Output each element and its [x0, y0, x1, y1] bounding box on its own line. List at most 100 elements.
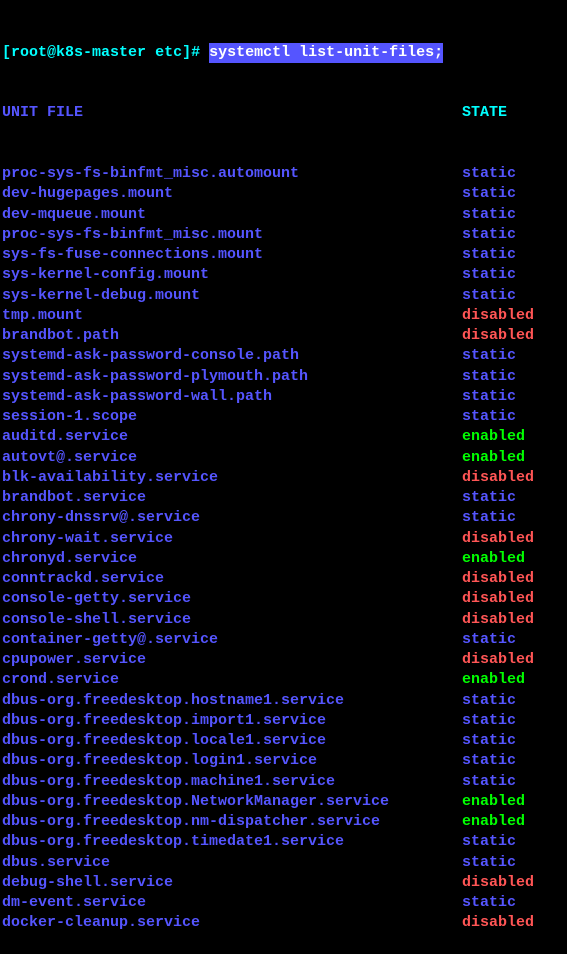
unit-row: systemd-ask-password-console.pathstatic	[2, 346, 565, 366]
unit-row: systemd-ask-password-wall.pathstatic	[2, 387, 565, 407]
unit-row: session-1.scopestatic	[2, 407, 565, 427]
unit-name: conntrackd.service	[2, 569, 462, 589]
unit-state: disabled	[462, 306, 534, 326]
unit-row: dev-hugepages.mountstatic	[2, 184, 565, 204]
unit-state: disabled	[462, 650, 534, 670]
unit-state: static	[462, 772, 516, 792]
prompt-line: [root@k8s-master etc]# systemctl list-un…	[2, 43, 565, 63]
unit-row: container-getty@.servicestatic	[2, 630, 565, 650]
unit-state: static	[462, 286, 516, 306]
unit-name: systemd-ask-password-plymouth.path	[2, 367, 462, 387]
prompt-path: etc	[155, 43, 182, 63]
unit-row: proc-sys-fs-binfmt_misc.mountstatic	[2, 225, 565, 245]
unit-list: proc-sys-fs-binfmt_misc.automountstaticd…	[2, 164, 565, 934]
unit-state: disabled	[462, 873, 534, 893]
unit-name: dbus-org.freedesktop.NetworkManager.serv…	[2, 792, 462, 812]
unit-name: console-getty.service	[2, 589, 462, 609]
unit-row: chrony-dnssrv@.servicestatic	[2, 508, 565, 528]
unit-name: chrony-dnssrv@.service	[2, 508, 462, 528]
unit-row: dbus-org.freedesktop.hostname1.servicest…	[2, 691, 565, 711]
unit-name: dbus.service	[2, 853, 462, 873]
unit-state: disabled	[462, 468, 534, 488]
unit-row: auditd.serviceenabled	[2, 427, 565, 447]
unit-state: static	[462, 508, 516, 528]
unit-row: autovt@.serviceenabled	[2, 448, 565, 468]
unit-name: dev-mqueue.mount	[2, 205, 462, 225]
unit-name: dbus-org.freedesktop.locale1.service	[2, 731, 462, 751]
unit-name: debug-shell.service	[2, 873, 462, 893]
unit-row: chrony-wait.servicedisabled	[2, 529, 565, 549]
unit-state: disabled	[462, 326, 534, 346]
unit-name: systemd-ask-password-wall.path	[2, 387, 462, 407]
unit-state: static	[462, 691, 516, 711]
unit-name: blk-availability.service	[2, 468, 462, 488]
unit-name: chrony-wait.service	[2, 529, 462, 549]
unit-state: static	[462, 630, 516, 650]
unit-row: console-getty.servicedisabled	[2, 589, 565, 609]
unit-state: static	[462, 387, 516, 407]
unit-name: systemd-ask-password-console.path	[2, 346, 462, 366]
unit-state: static	[462, 367, 516, 387]
unit-row: dbus-org.freedesktop.nm-dispatcher.servi…	[2, 812, 565, 832]
unit-state: static	[462, 751, 516, 771]
unit-state: enabled	[462, 448, 525, 468]
unit-name: brandbot.service	[2, 488, 462, 508]
unit-name: sys-fs-fuse-connections.mount	[2, 245, 462, 265]
unit-row: brandbot.pathdisabled	[2, 326, 565, 346]
unit-name: dbus-org.freedesktop.import1.service	[2, 711, 462, 731]
unit-row: sys-kernel-debug.mountstatic	[2, 286, 565, 306]
unit-state: enabled	[462, 792, 525, 812]
unit-name: proc-sys-fs-binfmt_misc.automount	[2, 164, 462, 184]
unit-row: docker-cleanup.servicedisabled	[2, 913, 565, 933]
unit-name: dbus-org.freedesktop.machine1.service	[2, 772, 462, 792]
command-text[interactable]: systemctl list-unit-files;	[209, 43, 443, 63]
unit-row: dbus-org.freedesktop.NetworkManager.serv…	[2, 792, 565, 812]
unit-state: static	[462, 407, 516, 427]
unit-state: static	[462, 245, 516, 265]
unit-row: sys-kernel-config.mountstatic	[2, 265, 565, 285]
unit-row: dev-mqueue.mountstatic	[2, 205, 565, 225]
header-state: STATE	[462, 103, 507, 123]
unit-state: enabled	[462, 427, 525, 447]
unit-state: static	[462, 488, 516, 508]
unit-name: sys-kernel-config.mount	[2, 265, 462, 285]
prompt-close-bracket: ]	[182, 43, 191, 63]
unit-row: tmp.mountdisabled	[2, 306, 565, 326]
unit-name: dbus-org.freedesktop.nm-dispatcher.servi…	[2, 812, 462, 832]
unit-row: debug-shell.servicedisabled	[2, 873, 565, 893]
unit-state: disabled	[462, 529, 534, 549]
unit-state: static	[462, 225, 516, 245]
prompt-at: @	[47, 43, 56, 63]
unit-row: dm-event.servicestatic	[2, 893, 565, 913]
prompt-user: root	[11, 43, 47, 63]
unit-row: console-shell.servicedisabled	[2, 610, 565, 630]
unit-state: static	[462, 205, 516, 225]
prompt-hash: #	[191, 43, 209, 63]
unit-row: dbus-org.freedesktop.timedate1.servicest…	[2, 832, 565, 852]
prompt-open-bracket: [	[2, 43, 11, 63]
unit-state: enabled	[462, 549, 525, 569]
unit-state: enabled	[462, 812, 525, 832]
unit-state: disabled	[462, 589, 534, 609]
unit-name: brandbot.path	[2, 326, 462, 346]
unit-row: dbus-org.freedesktop.locale1.servicestat…	[2, 731, 565, 751]
unit-row: sys-fs-fuse-connections.mountstatic	[2, 245, 565, 265]
unit-name: chronyd.service	[2, 549, 462, 569]
unit-name: dbus-org.freedesktop.login1.service	[2, 751, 462, 771]
unit-name: crond.service	[2, 670, 462, 690]
unit-name: console-shell.service	[2, 610, 462, 630]
header-unit: UNIT FILE	[2, 103, 462, 123]
unit-state: static	[462, 711, 516, 731]
unit-state: static	[462, 265, 516, 285]
unit-row: crond.serviceenabled	[2, 670, 565, 690]
unit-row: dbus.servicestatic	[2, 853, 565, 873]
unit-name: tmp.mount	[2, 306, 462, 326]
unit-name: auditd.service	[2, 427, 462, 447]
unit-name: session-1.scope	[2, 407, 462, 427]
unit-name: dev-hugepages.mount	[2, 184, 462, 204]
unit-row: proc-sys-fs-binfmt_misc.automountstatic	[2, 164, 565, 184]
unit-name: docker-cleanup.service	[2, 913, 462, 933]
unit-row: dbus-org.freedesktop.import1.servicestat…	[2, 711, 565, 731]
unit-row: dbus-org.freedesktop.machine1.servicesta…	[2, 772, 565, 792]
unit-name: sys-kernel-debug.mount	[2, 286, 462, 306]
